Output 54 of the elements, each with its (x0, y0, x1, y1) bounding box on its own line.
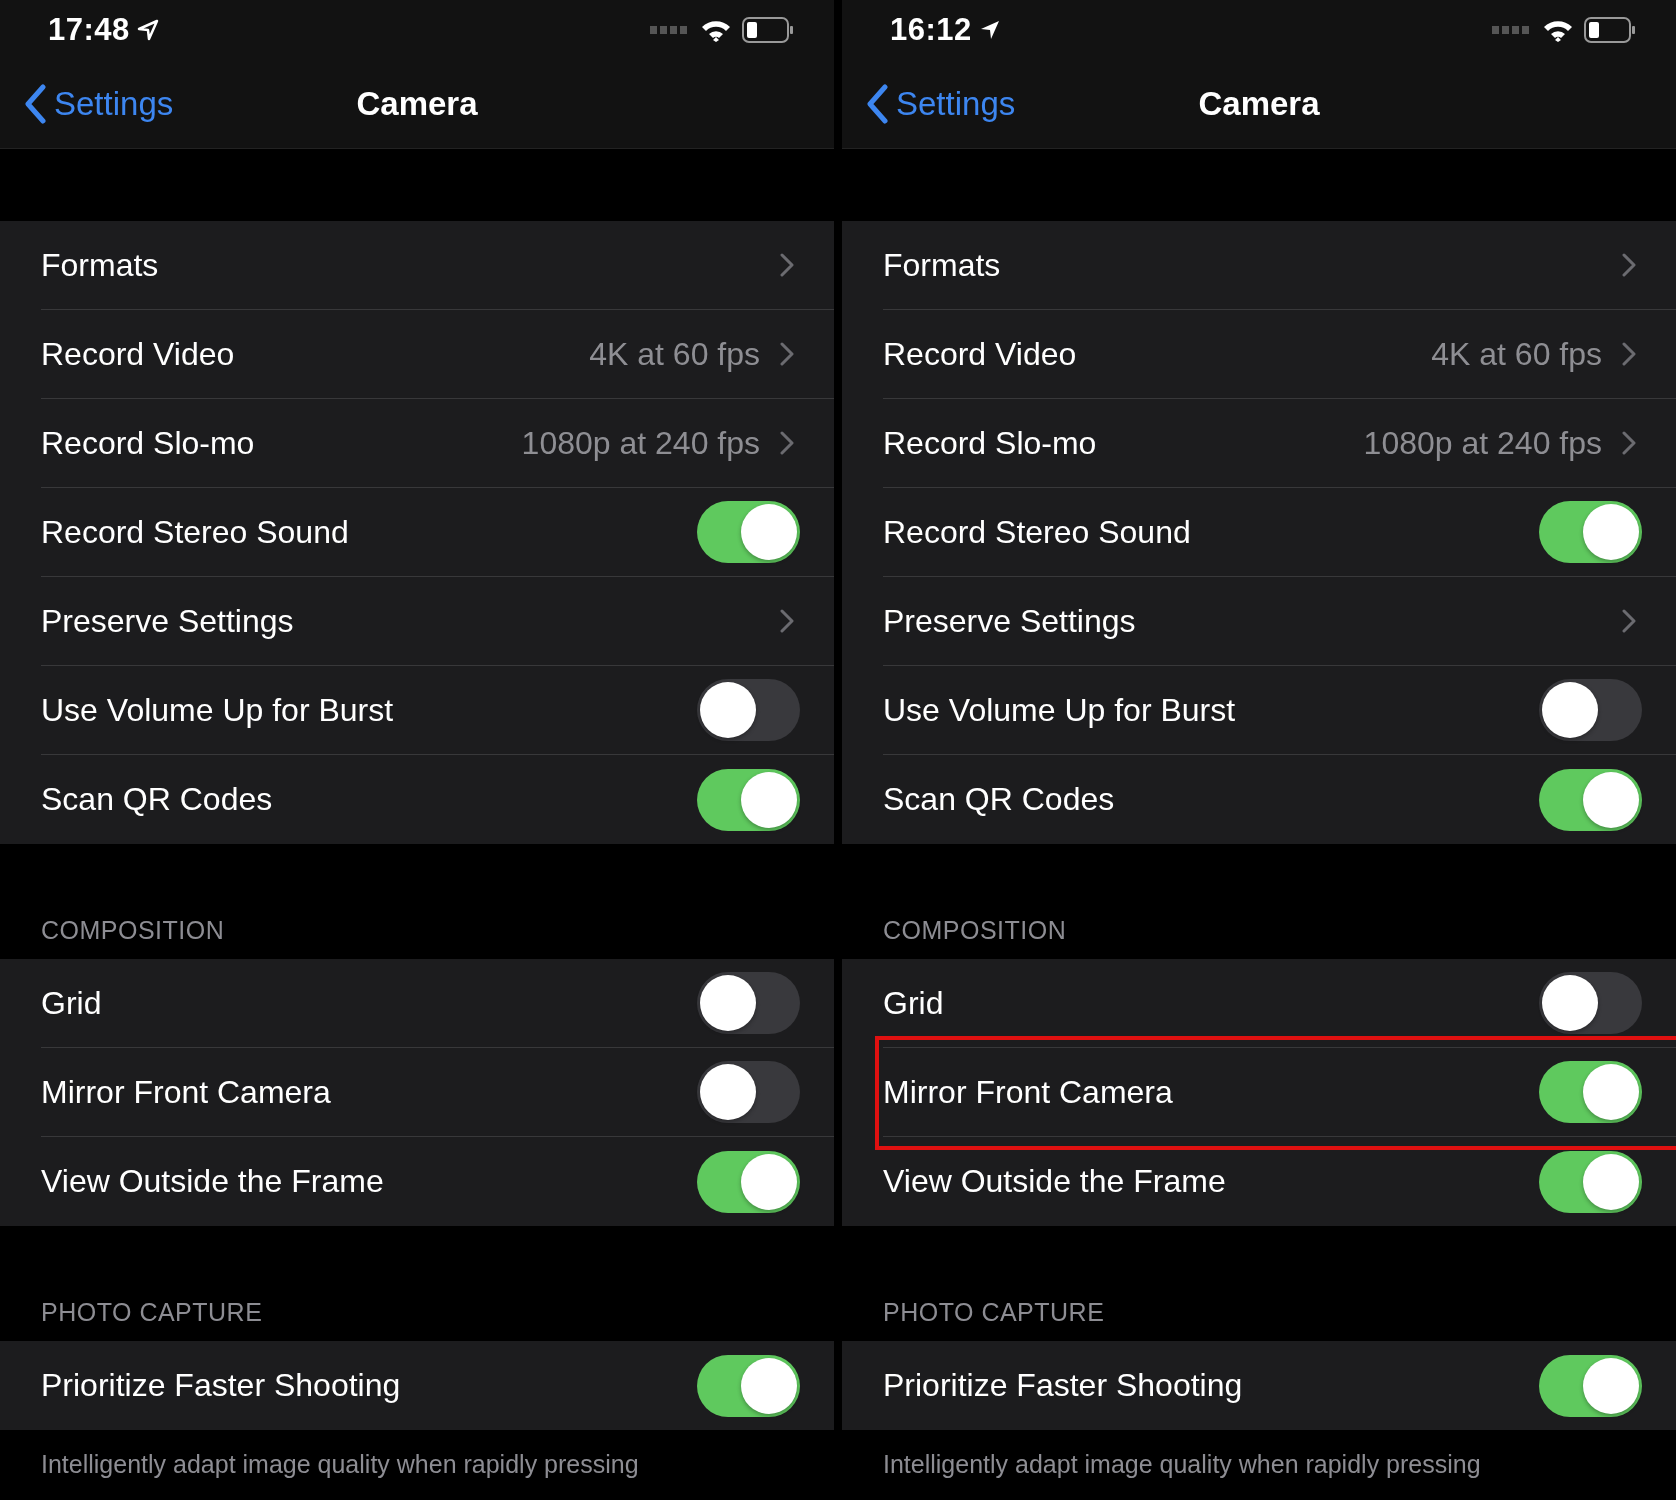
row-label: Record Stereo Sound (883, 513, 1192, 551)
back-chevron-icon (866, 84, 888, 124)
row-value: 1080p at 240 fps (1363, 424, 1602, 462)
chevron-icon[interactable] (780, 253, 794, 277)
section-header: PHOTO CAPTURE (41, 1298, 263, 1326)
row-label: View Outside the Frame (883, 1163, 1227, 1200)
row-label: Formats (41, 246, 160, 284)
row-label: Use Volume Up for Burst (883, 691, 1237, 729)
signal-icon (1492, 26, 1530, 34)
row-label: Preserve Settings (883, 602, 1137, 640)
chevron-icon[interactable] (780, 431, 794, 455)
section-header: COMPOSITION (883, 916, 1067, 944)
footer-text: Intelligently adapt image quality when rapidly pressing (41, 1450, 639, 1478)
row-label: Preserve Settings (41, 602, 295, 640)
battery-icon (1584, 17, 1636, 43)
chevron-icon[interactable] (1622, 609, 1636, 633)
nav-title: Camera (1198, 85, 1320, 122)
row-label: Record Video (41, 335, 236, 373)
row-label: Formats (883, 246, 1002, 284)
row-label: Scan QR Codes (41, 781, 274, 818)
row-label: Scan QR Codes (883, 781, 1116, 818)
chevron-icon[interactable] (780, 609, 794, 633)
row-label: Mirror Front Camera (41, 1073, 332, 1111)
wifi-icon (1542, 18, 1574, 42)
back-button[interactable]: Settings (842, 83, 1022, 125)
row-label: View Outside the Frame (41, 1163, 385, 1200)
row-label: Record Video (883, 335, 1078, 373)
row-value: 4K at 60 fps (1431, 335, 1602, 373)
row-label: Prioritize Faster Shooting (883, 1367, 1244, 1404)
signal-icon (650, 26, 688, 34)
row-label: Record Stereo Sound (41, 513, 350, 551)
status-time: 16:12 (890, 12, 972, 48)
section-header: COMPOSITION (41, 916, 225, 944)
row-label: Grid (41, 984, 103, 1022)
row-label: Record Slo-mo (41, 424, 256, 462)
row-label: Use Volume Up for Burst (41, 691, 395, 729)
chevron-icon[interactable] (1622, 253, 1636, 277)
status-time: 17:48 (48, 12, 130, 48)
chevron-icon[interactable] (1622, 431, 1636, 455)
section-header: PHOTO CAPTURE (883, 1298, 1105, 1326)
wifi-icon (700, 18, 732, 42)
row-value: 4K at 60 fps (589, 335, 760, 373)
row-label: Grid (883, 984, 945, 1022)
row-label: Prioritize Faster Shooting (41, 1367, 402, 1404)
back-button[interactable]: Settings (0, 83, 180, 125)
row-value: 1080p at 240 fps (521, 424, 760, 462)
footer-text: Intelligently adapt image quality when rapidly pressing (883, 1450, 1481, 1478)
row-label: Record Slo-mo (883, 424, 1098, 462)
back-chevron-icon (24, 84, 46, 124)
nav-title: Camera (356, 85, 478, 122)
battery-icon (742, 17, 794, 43)
chevron-icon[interactable] (1622, 342, 1636, 366)
row-label: Mirror Front Camera (883, 1073, 1174, 1111)
chevron-icon[interactable] (780, 342, 794, 366)
